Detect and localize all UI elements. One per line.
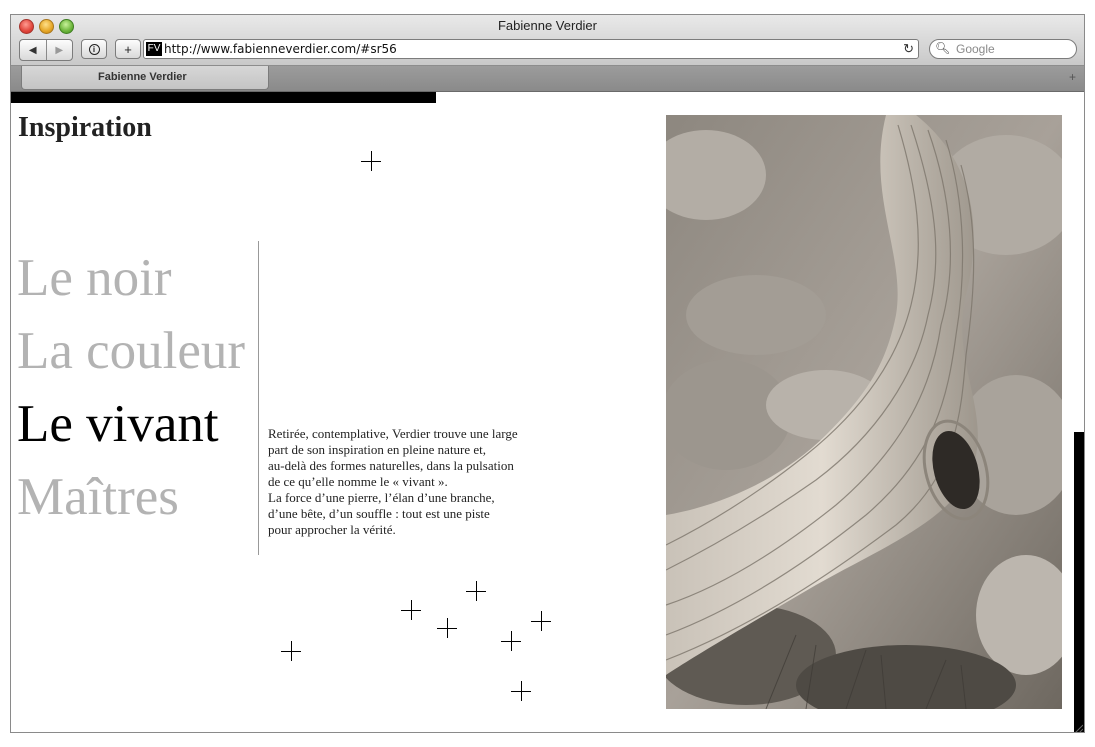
cross-mark-icon xyxy=(361,151,381,171)
description-line: au-delà des formes naturelles, dans la p… xyxy=(268,458,514,473)
menu-item-maitres[interactable]: Maîtres xyxy=(17,461,245,534)
search-icon[interactable]: 🔍︎ xyxy=(935,41,950,55)
cross-mark-icon xyxy=(281,641,301,661)
window-title: Fabienne Verdier xyxy=(497,18,597,33)
page-heading: Inspiration xyxy=(18,112,152,143)
cross-mark-icon xyxy=(466,581,486,601)
url-text[interactable]: http://www.fabienneverdier.com/#sr56 xyxy=(164,42,397,56)
history-buttons: ◀ ▶ xyxy=(19,39,73,61)
resize-grip-icon[interactable] xyxy=(1073,723,1083,733)
tree-trunk-photo[interactable] xyxy=(666,115,1062,709)
reload-icon[interactable]: ↻ xyxy=(903,41,914,57)
description-line: d’une bête, d’un souffle : tout est une … xyxy=(268,506,490,521)
tab-bar: Fabienne Verdier + xyxy=(11,66,1084,92)
search-placeholder: Google xyxy=(956,42,995,56)
cross-mark-icon xyxy=(511,681,531,701)
info-icon: i xyxy=(88,43,100,55)
cross-mark-icon xyxy=(531,611,551,631)
tab-fabienne-verdier[interactable]: Fabienne Verdier xyxy=(21,66,269,90)
tab-label: Fabienne Verdier xyxy=(98,71,187,83)
info-button[interactable]: i xyxy=(81,39,107,59)
page-content: Inspiration Le noir La couleur Le vivant… xyxy=(11,92,1084,733)
description-line: La force d’une pierre, l’élan d’une bran… xyxy=(268,490,495,505)
address-bar[interactable]: FV http://www.fabienneverdier.com/#sr56 … xyxy=(143,39,919,59)
page-progress-bar xyxy=(11,92,436,103)
browser-window: Fabienne Verdier ◀ ▶ i + FV http://www.f… xyxy=(10,14,1085,733)
new-tab-icon[interactable]: + xyxy=(1069,70,1076,84)
description-line: part de son inspiration en pleine nature… xyxy=(268,442,487,457)
cross-mark-icon xyxy=(437,618,457,638)
description-line: Retirée, contemplative, Verdier trouve u… xyxy=(268,426,518,441)
description-line: pour approcher la vérité. xyxy=(268,522,396,537)
menu-divider xyxy=(258,241,259,555)
section-menu: Le noir La couleur Le vivant Maîtres xyxy=(17,242,245,534)
scrollbar-thumb[interactable] xyxy=(1074,432,1084,732)
add-bookmark-button[interactable]: + xyxy=(115,39,141,59)
search-field[interactable]: 🔍︎ Google xyxy=(929,39,1077,59)
menu-item-la-couleur[interactable]: La couleur xyxy=(17,315,245,388)
menu-item-le-noir[interactable]: Le noir xyxy=(17,242,245,315)
cross-mark-icon xyxy=(501,631,521,651)
title-bar: Fabienne Verdier ◀ ▶ i + FV http://www.f… xyxy=(11,15,1084,66)
forward-button[interactable]: ▶ xyxy=(45,40,73,60)
site-favicon: FV xyxy=(146,42,162,56)
cross-mark-icon xyxy=(401,600,421,620)
back-button[interactable]: ◀ xyxy=(20,40,46,60)
menu-item-le-vivant[interactable]: Le vivant xyxy=(17,388,245,461)
description-line: de ce qu’elle nomme le « vivant ». xyxy=(268,474,448,489)
section-description: Retirée, contemplative, Verdier trouve u… xyxy=(268,426,558,538)
